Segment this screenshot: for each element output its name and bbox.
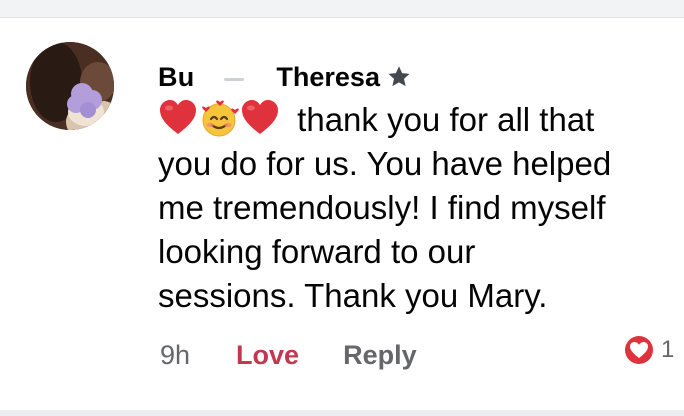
comment-line: me tremendously! I find myself (158, 189, 606, 226)
author-first-name[interactable]: Bu (158, 62, 194, 93)
emoji-group (158, 100, 289, 138)
comment-line-text: thank you for all that (297, 101, 595, 138)
top-divider (0, 0, 684, 18)
comment-line: sessions. Thank you Mary. (158, 277, 548, 314)
red-heart-icon (242, 100, 278, 134)
love-reaction-icon (622, 333, 656, 367)
comment-line: looking forward to our (158, 233, 476, 270)
author-name-redaction (194, 62, 277, 92)
smiling-face-with-hearts-icon (202, 100, 239, 137)
comment-timestamp[interactable]: 9h (160, 340, 190, 371)
star-icon (388, 66, 410, 87)
comment-actions: 9h Love Reply (160, 340, 417, 371)
reaction-count: 1 (661, 336, 675, 363)
reply-button[interactable]: Reply (343, 340, 417, 371)
comment-line: thank you for all that (158, 98, 668, 142)
author-last-name[interactable]: Theresa (276, 62, 380, 93)
comment-line: you do for us. You have helped (158, 145, 612, 182)
comment-screen: Bu Theresa thank you for all that you do… (0, 0, 684, 416)
avatar-image (26, 42, 114, 130)
love-reaction-button[interactable]: Love (236, 340, 299, 371)
comment-body: thank you for all that you do for us. Yo… (158, 98, 668, 318)
avatar[interactable] (26, 42, 114, 130)
red-heart-icon (160, 100, 196, 134)
love-reaction-heart-icon (623, 334, 655, 366)
author-name-row[interactable]: Bu Theresa (158, 60, 412, 94)
bottom-divider (0, 410, 684, 416)
reaction-summary[interactable]: 1 (622, 333, 674, 367)
